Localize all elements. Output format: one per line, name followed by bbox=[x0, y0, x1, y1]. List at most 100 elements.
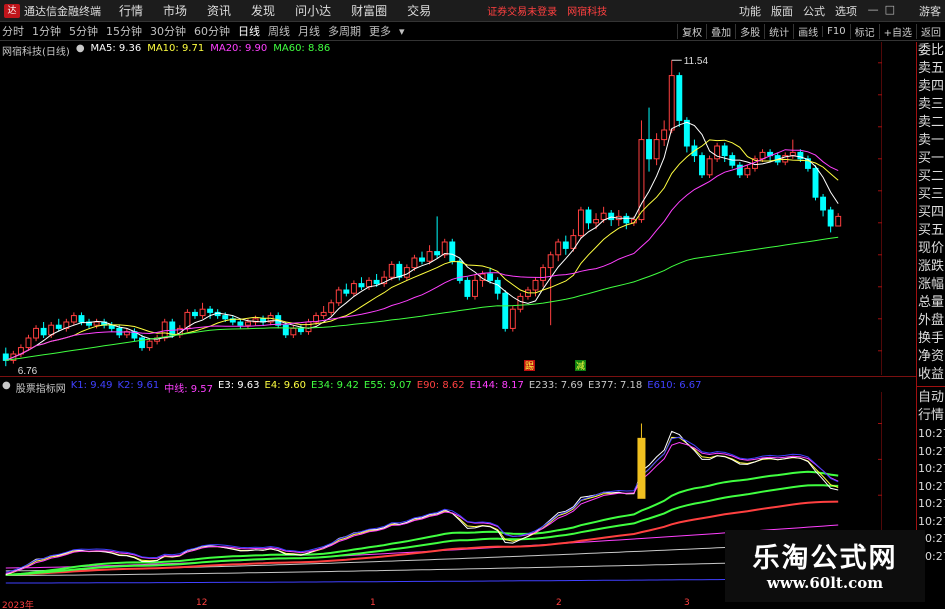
side-book-item: 卖五 bbox=[917, 61, 944, 76]
period-15min[interactable]: 15分钟 bbox=[106, 23, 142, 39]
menu-ask-xiaoda[interactable]: 问小达 bbox=[295, 2, 331, 19]
period-weekly[interactable]: 周线 bbox=[268, 23, 290, 39]
f10-button[interactable]: F10 bbox=[822, 26, 849, 37]
candle-body bbox=[305, 321, 312, 333]
side-book-item: 卖二 bbox=[917, 115, 944, 130]
menu-market[interactable]: 市场 bbox=[163, 2, 187, 19]
candle-body bbox=[40, 327, 47, 336]
period-toolbar: 分时 1分钟 5分钟 15分钟 30分钟 60分钟 日线 周线 月线 多周期 更… bbox=[0, 22, 945, 41]
period-intraday[interactable]: 分时 bbox=[2, 23, 24, 39]
indicator-settings-icon[interactable]: ● bbox=[2, 380, 11, 392]
multi-stock-button[interactable]: 多股 bbox=[735, 24, 764, 39]
candle-body bbox=[721, 145, 728, 157]
candle-body bbox=[426, 251, 433, 262]
menu-formula[interactable]: 公式 bbox=[803, 3, 825, 19]
candle-body bbox=[653, 139, 660, 160]
indicator-e4: E4: 9.60 bbox=[264, 380, 307, 391]
settings-icon[interactable]: ● bbox=[76, 43, 85, 55]
maximize-icon[interactable]: □ bbox=[885, 3, 895, 16]
side-quote[interactable]: 行情 bbox=[917, 407, 945, 425]
indicator-name[interactable]: 股票指标网 bbox=[16, 380, 66, 395]
menu-discover[interactable]: 发现 bbox=[251, 2, 275, 19]
candle-body bbox=[555, 241, 562, 256]
menu-wealth-circle[interactable]: 财富圈 bbox=[351, 2, 387, 19]
trade-login-status[interactable]: 证券交易未登录 bbox=[487, 3, 557, 18]
restore-rights-button[interactable]: 复权 bbox=[677, 24, 706, 39]
low-price-label: 6.76 bbox=[18, 366, 38, 375]
candle-body bbox=[290, 327, 297, 336]
menu-trade[interactable]: 交易 bbox=[407, 2, 431, 19]
period-5min[interactable]: 5分钟 bbox=[69, 23, 98, 39]
candle-body bbox=[472, 279, 478, 297]
app-title: 通达信金融终端 bbox=[24, 4, 101, 18]
period-daily[interactable]: 日线 bbox=[238, 23, 260, 39]
side-time-item: 10:27 bbox=[918, 497, 945, 510]
candle-body bbox=[517, 295, 524, 310]
menu-function[interactable]: 功能 bbox=[739, 3, 761, 19]
candle-body bbox=[222, 315, 229, 320]
period-60min[interactable]: 60分钟 bbox=[194, 23, 230, 39]
candle-body bbox=[328, 302, 335, 313]
candle-body bbox=[373, 279, 380, 285]
indicator-k1: K1: 9.49 bbox=[70, 380, 113, 391]
period-30min[interactable]: 30分钟 bbox=[150, 23, 186, 39]
stock-name-label[interactable]: 网宿科技(日线) bbox=[2, 43, 70, 58]
menu-layout[interactable]: 版面 bbox=[771, 3, 793, 19]
candle-body bbox=[388, 263, 395, 278]
candle-body bbox=[623, 215, 630, 224]
watermark-title: 乐淘公式网 bbox=[752, 543, 898, 574]
menu-market-quotes[interactable]: 行情 bbox=[119, 2, 143, 19]
menu-options[interactable]: 选项 bbox=[835, 3, 857, 19]
main-chart-header: 网宿科技(日线) ● MA5: 9.36 MA10: 9.71 MA20: 9.… bbox=[2, 43, 330, 58]
period-monthly[interactable]: 月线 bbox=[298, 23, 320, 39]
candlestick-chart[interactable]: 11.5011.0010.5010.009.509.008.508.007.50… bbox=[0, 42, 882, 375]
signal-green-text: 减 bbox=[576, 360, 585, 372]
back-button[interactable]: 返回 bbox=[916, 24, 945, 39]
candle-body bbox=[585, 209, 592, 224]
statistics-button[interactable]: 统计 bbox=[764, 24, 793, 39]
side-time-item: 10:27 bbox=[918, 444, 945, 458]
candle-body bbox=[699, 155, 705, 176]
indicator-k2: K2: 9.61 bbox=[117, 380, 160, 391]
candle-body bbox=[487, 273, 494, 281]
side-auto[interactable]: 自动 bbox=[917, 389, 945, 407]
candle-body bbox=[646, 139, 652, 160]
watermark-banner: 乐淘公式网 www.60lt.com bbox=[725, 530, 925, 602]
candle-body bbox=[600, 212, 607, 221]
user-guest[interactable]: 游客 bbox=[919, 3, 941, 19]
candle-body bbox=[366, 279, 372, 288]
period-1min[interactable]: 1分钟 bbox=[32, 23, 61, 39]
indicator-line bbox=[5, 470, 839, 576]
candle-body bbox=[33, 327, 40, 339]
signal-bar bbox=[637, 437, 646, 499]
candle-body bbox=[502, 292, 509, 329]
candle-body bbox=[139, 337, 145, 349]
period-multi[interactable]: 多周期 bbox=[328, 23, 361, 39]
side-book-item: 买四 bbox=[917, 205, 944, 220]
candle-body bbox=[207, 308, 214, 313]
minimize-icon[interactable]: — bbox=[868, 3, 879, 16]
indicator-header: ● 股票指标网 K1: 9.49 K2: 9.61 中线: 9.57 E3: 9… bbox=[2, 380, 701, 395]
side-book-item: 净资 bbox=[917, 349, 944, 364]
side-book-item: 总量 bbox=[917, 295, 944, 310]
draw-line-button[interactable]: 画线 bbox=[793, 24, 822, 39]
candle-body bbox=[55, 324, 62, 329]
candle-body bbox=[676, 75, 683, 121]
side-book-item: 涨幅 bbox=[917, 277, 944, 292]
overlay-button[interactable]: 叠加 bbox=[706, 24, 735, 39]
menu-news[interactable]: 资讯 bbox=[207, 2, 231, 19]
candle-body bbox=[593, 219, 600, 224]
indicator-e3: E3: 9.63 bbox=[218, 380, 260, 391]
chevron-down-icon[interactable]: ▾ bbox=[399, 25, 405, 38]
pane-divider[interactable] bbox=[0, 376, 916, 379]
mark-button[interactable]: 标记 bbox=[849, 24, 879, 39]
candle-body bbox=[547, 254, 554, 269]
period-more[interactable]: 更多 bbox=[369, 23, 391, 39]
candle-body bbox=[244, 321, 251, 326]
indicator-e55: E55: 9.07 bbox=[363, 380, 412, 391]
candle-body bbox=[93, 321, 100, 326]
add-watchlist-button[interactable]: +自选 bbox=[878, 24, 916, 39]
x-label-mar: 3 bbox=[684, 598, 690, 608]
indicator-e90: E90: 8.62 bbox=[416, 380, 465, 391]
quote-sidebar: 委比 卖五 卖四 卖三 卖二 卖一 买一 买二 买三 买四 买五 现价 涨跌 涨幅 总量 外盘 换手 净资 收益 自… bbox=[916, 42, 945, 598]
